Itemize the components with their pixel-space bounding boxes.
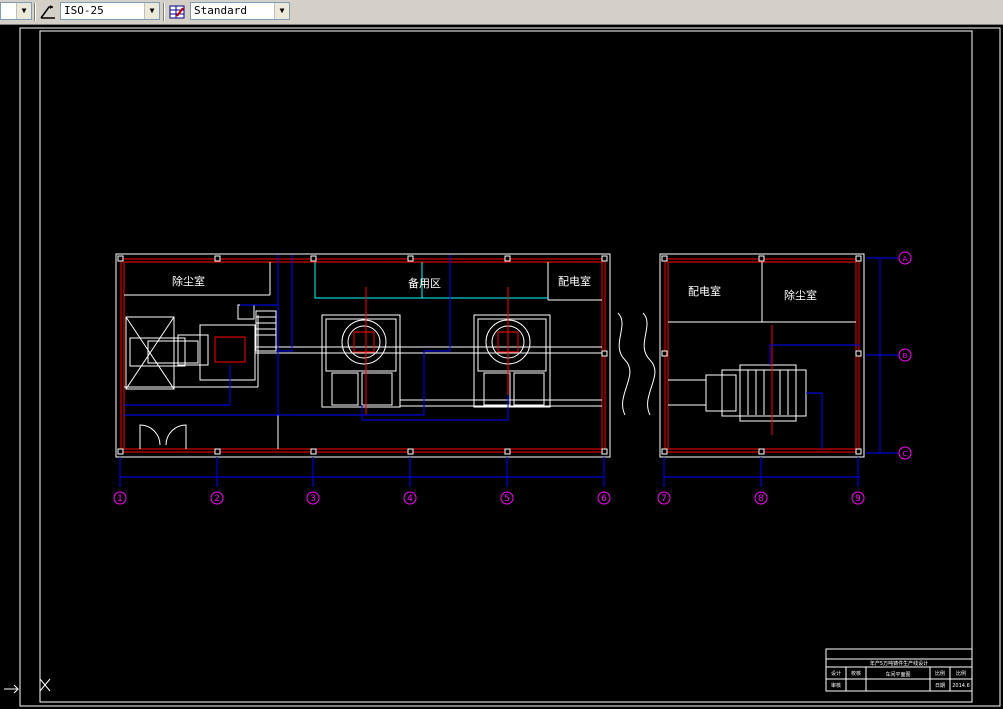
table-style-select[interactable]: Standard ▼ xyxy=(190,2,290,20)
sheet-outer-border xyxy=(19,27,1001,707)
title-field-approver: 审核 xyxy=(831,682,841,689)
row-label: C xyxy=(903,450,908,458)
toolbar-separator xyxy=(34,3,36,21)
axis-label: 6 xyxy=(601,494,607,504)
room-label-power-left: 配电室 xyxy=(558,274,591,288)
axis-label: 5 xyxy=(504,494,510,504)
title-field-scale: 比例 xyxy=(935,670,945,677)
chevron-down-icon[interactable]: ▼ xyxy=(16,3,31,19)
axis-label: 4 xyxy=(407,494,413,504)
drawing-svg: 1 2 3 4 5 6 7 8 9 A B C 除尘室 备用区 配电室 配电室 … xyxy=(4,27,1001,707)
axis-label: 8 xyxy=(758,494,764,504)
chevron-down-icon[interactable]: ▼ xyxy=(274,3,289,19)
title-date: 2014.6 xyxy=(952,683,970,689)
chevron-down-icon[interactable]: ▼ xyxy=(144,3,159,19)
table-style-value: Standard xyxy=(194,4,247,17)
row-label: B xyxy=(903,352,908,360)
ucs-icon xyxy=(4,678,51,694)
title-drawing-name: 车间平面图 xyxy=(885,671,910,678)
leftmost-dropdown[interactable]: ▼ xyxy=(0,2,32,20)
toolbar-separator xyxy=(163,3,165,21)
table-style-icon[interactable] xyxy=(168,3,186,21)
axis-label: 9 xyxy=(855,494,861,504)
room-label-power-right: 配电室 xyxy=(688,284,721,298)
drawing-canvas[interactable]: 1 2 3 4 5 6 7 8 9 A B C 除尘室 备用区 配电室 配电室 … xyxy=(0,25,1003,709)
title-field-ratio: 比例 xyxy=(956,670,966,677)
title-field-date: 日期 xyxy=(935,683,945,689)
axis-label: 3 xyxy=(310,494,316,504)
break-line xyxy=(617,312,631,416)
break-line xyxy=(642,312,656,416)
room-label-spare: 备用区 xyxy=(408,276,441,290)
title-block[interactable] xyxy=(825,648,973,692)
room-label-dust-right: 除尘室 xyxy=(784,288,817,302)
dimension-style-select[interactable]: ISO-25 ▼ xyxy=(60,2,160,20)
axis-label: 7 xyxy=(661,494,667,504)
title-field-checker: 校核 xyxy=(851,670,861,677)
title-field-designer: 设计 xyxy=(831,670,841,677)
dimension-style-icon[interactable] xyxy=(39,3,57,21)
axis-label: 2 xyxy=(214,494,220,504)
styles-toolbar: ▼ ISO-25 ▼ Standard ▼ xyxy=(0,0,1003,25)
dimension-style-value: ISO-25 xyxy=(64,4,104,17)
row-label: A xyxy=(903,255,908,263)
title-project: 年产5万吨铸件生产线设计 xyxy=(870,660,928,667)
room-label-dust-left: 除尘室 xyxy=(172,274,205,288)
axis-label: 1 xyxy=(117,494,123,504)
